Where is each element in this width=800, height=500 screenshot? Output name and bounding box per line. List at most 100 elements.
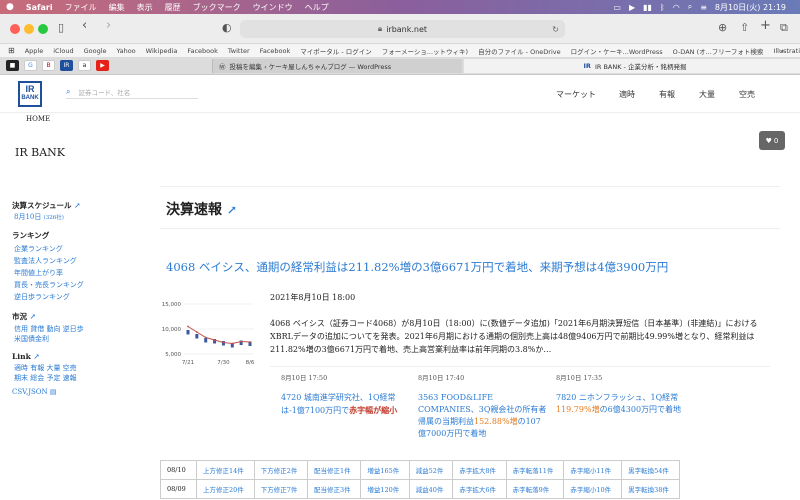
tab-wordpress[interactable]: Ⓦ 投稿を編集 ‹ ケーキ屋しんちゃんブログ — WordPress — [212, 59, 462, 73]
table-cell-link[interactable]: 配当修正3件 — [307, 479, 362, 499]
new-tab-icon[interactable]: + — [760, 18, 771, 33]
bookmark-myportal[interactable]: マイポータル - ログイン — [300, 46, 371, 56]
table-cell-link[interactable]: 赤字縮小11件 — [563, 460, 623, 480]
table-cell-link[interactable]: 増益120件 — [360, 479, 410, 499]
bookmark-facebook[interactable]: Facebook — [187, 47, 218, 55]
table-cell-link[interactable]: 配当修正1件 — [307, 460, 362, 480]
download-icon[interactable]: ⊕ — [718, 21, 727, 34]
menu-item-help[interactable]: ヘルプ — [305, 2, 329, 13]
bookmark-formation[interactable]: フォーメーショ...ットウィキ) — [382, 46, 468, 56]
sidebar-toggle-icon[interactable]: ▯ — [58, 21, 64, 34]
menu-item-window[interactable]: ウインドウ — [253, 2, 293, 13]
related-item[interactable]: 8月10日 17:35 7820 ニホンフラッシュ、1Q経常119.79%増の6… — [556, 372, 686, 416]
tab-overview-icon[interactable]: ⧉ — [780, 21, 788, 35]
table-cell-link[interactable]: 黒字転換54件 — [621, 460, 680, 480]
schedule-heading[interactable]: 決算スケジュール ↗ — [12, 200, 152, 211]
nav-timely[interactable]: 適時 — [619, 89, 635, 100]
table-cell-link[interactable]: 黒字転換38件 — [621, 479, 680, 499]
bookmark-wikipedia[interactable]: Wikipedia — [146, 47, 178, 55]
table-cell-link[interactable]: 上方修正20件 — [196, 479, 255, 499]
clock[interactable]: 8月10日(火) 21:19 — [715, 2, 786, 13]
bookmark-icloud[interactable]: iCloud — [53, 47, 73, 55]
irbank-logo[interactable]: IR BANK — [18, 81, 42, 107]
forward-arrow-icon[interactable]: › — [106, 18, 111, 33]
ranking-link-annual-gainers[interactable]: 年間値上がり率 — [14, 267, 152, 279]
link-list[interactable]: 適時 有報 大量 空売 期末 総会 予定 速報 — [14, 363, 152, 383]
bookmark-twitter[interactable]: Twitter — [228, 47, 250, 55]
menu-item-bookmarks[interactable]: ブックマーク — [193, 2, 241, 13]
ranking-link-reverse-fee[interactable]: 逆日歩ランキング — [14, 291, 152, 303]
tab-irbank[interactable]: IR IR BANK - 企業分析・銘柄発掘 — [464, 59, 800, 73]
ranking-link-buy-sell[interactable]: 買長・売長ランキング — [14, 279, 152, 291]
menu-item-view[interactable]: 表示 — [137, 2, 153, 13]
stock-price-chart[interactable]: 15,000 10,000 5,0007/21 7/30 8/6 — [156, 296, 260, 368]
menu-item-history[interactable]: 履歴 — [165, 2, 181, 13]
external-link-icon[interactable]: ↗ — [227, 203, 237, 217]
reload-icon[interactable]: ↻ — [552, 25, 559, 34]
spotlight-icon[interactable]: ⌕ — [688, 2, 692, 12]
nav-market[interactable]: マーケット — [556, 89, 596, 100]
minimize-window-button[interactable] — [24, 24, 34, 34]
battery-icon[interactable]: ▮▮ — [643, 3, 652, 12]
more-bookmarks-icon[interactable]: » — [780, 47, 784, 55]
wifi-icon[interactable]: ◠ — [673, 3, 680, 12]
menu-item-file[interactable]: ファイル — [65, 2, 97, 13]
pinned-tab-irbank[interactable]: IR — [60, 60, 73, 71]
nav-large-holdings[interactable]: 大量 — [699, 89, 715, 100]
pinned-tab-google[interactable]: G — [24, 60, 37, 71]
site-title[interactable]: IR BANK — [15, 146, 65, 159]
pinned-tab-1[interactable]: ■ — [6, 60, 19, 71]
favorite-button[interactable]: ♥ 0 — [759, 131, 785, 150]
table-cell-link[interactable]: 減益40件 — [408, 479, 454, 499]
nav-securities-report[interactable]: 有報 — [659, 89, 675, 100]
menu-item-edit[interactable]: 編集 — [109, 2, 125, 13]
address-bar[interactable]: 🔒︎ irbank.net ↻ — [240, 20, 565, 38]
bluetooth-icon[interactable]: ᛒ — [660, 3, 665, 12]
schedule-date-link[interactable]: 8月10日 (326社) — [14, 211, 152, 224]
grid-icon[interactable]: ⊞ — [8, 46, 15, 55]
breadcrumb[interactable]: HOME — [26, 115, 50, 123]
search-input[interactable]: ⌕ 証券コード、社名 — [66, 85, 198, 99]
table-cell-link[interactable]: 減益52件 — [408, 460, 454, 480]
related-item[interactable]: 8月10日 17:40 3563 FOOD&LIFE COMPANIES、3Q親… — [418, 372, 548, 440]
close-window-button[interactable] — [10, 24, 20, 34]
ranking-link-companies[interactable]: 企業ランキング — [14, 243, 152, 255]
pinned-tab-2[interactable]: B — [42, 60, 55, 71]
bookmark-odan[interactable]: O-DAN (オ...フリーフォト検索 — [673, 46, 764, 56]
apple-menu-icon[interactable]: ● — [6, 2, 14, 12]
play-icon[interactable]: ▶ — [629, 3, 635, 12]
screen-icon[interactable]: ▭ — [613, 3, 621, 12]
table-cell-link[interactable]: 下方修正7件 — [253, 479, 309, 499]
article-body[interactable]: 4068 ベイシス（証券コード4068）が8月10日（18:00）に(数値データ… — [270, 317, 770, 356]
share-icon[interactable]: ⇧ — [740, 21, 749, 34]
bookmark-apple[interactable]: Apple — [25, 47, 44, 55]
bookmark-google[interactable]: Google — [84, 47, 107, 55]
table-cell-link[interactable]: 下方修正2件 — [253, 460, 309, 480]
table-cell-link[interactable]: 赤字転落11件 — [505, 460, 565, 480]
table-cell-link[interactable]: 上方修正14件 — [196, 460, 255, 480]
back-arrow-icon[interactable]: ‹ — [82, 18, 87, 33]
table-cell-link[interactable]: 増益165件 — [360, 460, 410, 480]
control-center-icon[interactable]: ≡ — [700, 3, 707, 12]
zoom-window-button[interactable] — [38, 24, 48, 34]
bookmark-yahoo[interactable]: Yahoo — [117, 47, 136, 55]
bookmark-wordpress[interactable]: ログイン・ケーキ...WordPress — [571, 46, 663, 56]
market-links[interactable]: 信用 貸借 動向 逆日歩 米国債金利 — [14, 324, 152, 344]
bookmark-undraw[interactable]: Illustrations | unDraw — [773, 47, 800, 55]
menu-item-safari[interactable]: Safari — [26, 3, 53, 12]
privacy-shield-icon[interactable]: ◐ — [222, 21, 232, 34]
table-cell-link[interactable]: 赤字拡大6件 — [452, 479, 507, 499]
link-heading[interactable]: Link ↗ — [12, 352, 152, 361]
pinned-tab-amazon[interactable]: a — [78, 60, 91, 71]
bookmark-onedrive[interactable]: 自分のファイル - OneDrive — [478, 46, 561, 56]
csv-json-link[interactable]: CSV,JSON ▤ — [12, 386, 152, 398]
nav-short-selling[interactable]: 空売 — [739, 89, 755, 100]
market-heading[interactable]: 市況 ↗ — [12, 311, 152, 322]
bookmark-facebook-2[interactable]: Facebook — [260, 47, 291, 55]
headline-link[interactable]: 4068 ベイシス、通期の経常利益は211.82%増の3億6671万円で着地、来… — [166, 259, 766, 275]
ranking-link-auditors[interactable]: 監査法人ランキング — [14, 255, 152, 267]
related-item[interactable]: 8月10日 17:50 4720 城南進学研究社、1Q経常は-1億7100万円で… — [281, 372, 411, 417]
pinned-tab-youtube[interactable]: ▶ — [96, 60, 109, 71]
table-cell-link[interactable]: 赤字拡大8件 — [452, 460, 507, 480]
table-cell-link[interactable]: 赤字転落9件 — [505, 479, 565, 499]
